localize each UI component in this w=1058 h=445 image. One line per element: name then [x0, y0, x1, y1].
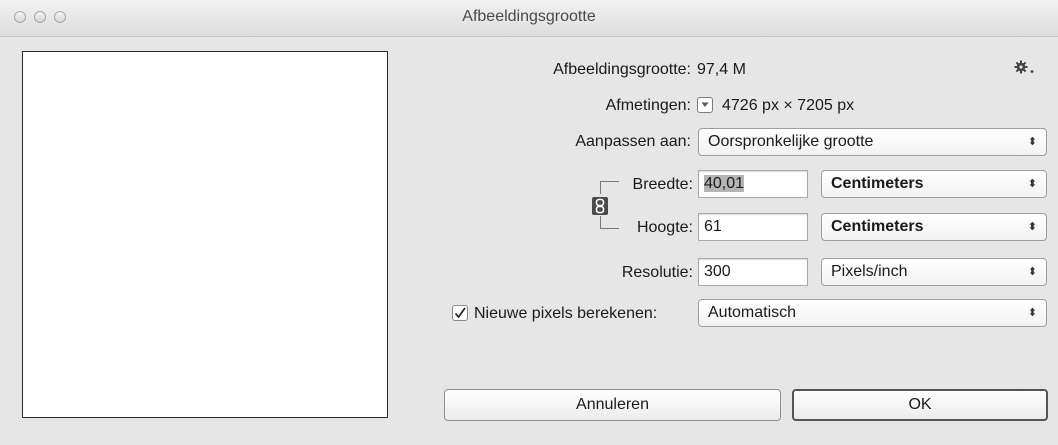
resolution-label: Resolutie: [621, 264, 693, 281]
fit-to-value: Oorspronkelijke grootte [708, 133, 874, 150]
window-title: Afbeeldingsgrootte [462, 8, 596, 25]
constrain-bracket-bottom [600, 216, 619, 229]
height-unit-value: Centimeters [831, 218, 924, 235]
chain-link-icon[interactable] [592, 197, 608, 215]
dimensions-label: Afmetingen: [605, 97, 691, 114]
resolution-unit-value: Pixels/inch [831, 263, 908, 280]
height-field[interactable]: 61 [698, 213, 808, 241]
width-unit-popup[interactable]: Centimeters ⬍ [821, 170, 1047, 198]
image-size-dialog: Afbeeldingsgrootte Afbeeldingsgrootte: 9… [0, 0, 1058, 445]
resample-method-popup[interactable]: Automatisch ⬍ [698, 299, 1047, 327]
resolution-unit-popup[interactable]: Pixels/inch ⬍ [821, 258, 1047, 286]
checkmark-icon [454, 307, 466, 319]
updown-arrows-icon: ⬍ [1027, 307, 1037, 319]
updown-arrows-icon: ⬍ [1027, 266, 1037, 278]
width-label: Breedte: [632, 176, 693, 193]
image-size-value: 97,4 M [697, 61, 746, 78]
resolution-value: 300 [704, 263, 731, 280]
height-label: Hoogte: [636, 219, 693, 236]
resolution-field[interactable]: 300 [698, 258, 808, 286]
image-preview[interactable] [22, 51, 388, 418]
resample-method-value: Automatisch [708, 304, 797, 321]
height-value: 61 [704, 218, 722, 235]
image-size-label: Afbeeldingsgrootte: [553, 61, 691, 78]
title-bar: Afbeeldingsgrootte [0, 0, 1058, 37]
cancel-button[interactable]: Annuleren [444, 389, 781, 421]
dimensions-value: 4726 px × 7205 px [722, 97, 855, 114]
updown-arrows-icon: ⬍ [1027, 136, 1037, 148]
constrain-bracket-top [600, 181, 619, 194]
width-unit-value: Centimeters [831, 175, 924, 192]
height-unit-popup[interactable]: Centimeters ⬍ [821, 213, 1047, 241]
resample-checkbox[interactable] [452, 305, 468, 321]
updown-arrows-icon: ⬍ [1027, 221, 1037, 233]
fit-to-popup[interactable]: Oorspronkelijke grootte ⬍ [698, 128, 1047, 156]
resample-label[interactable]: Nieuwe pixels berekenen: [474, 305, 657, 323]
triangle-down-icon[interactable] [697, 97, 713, 113]
width-field[interactable]: 40,01 [698, 170, 808, 198]
width-value: 40,01 [704, 175, 745, 192]
updown-arrows-icon: ⬍ [1027, 178, 1037, 190]
ok-button[interactable]: OK [792, 389, 1048, 421]
fit-to-label: Aanpassen aan: [575, 133, 691, 150]
gear-icon[interactable] [1013, 58, 1037, 78]
